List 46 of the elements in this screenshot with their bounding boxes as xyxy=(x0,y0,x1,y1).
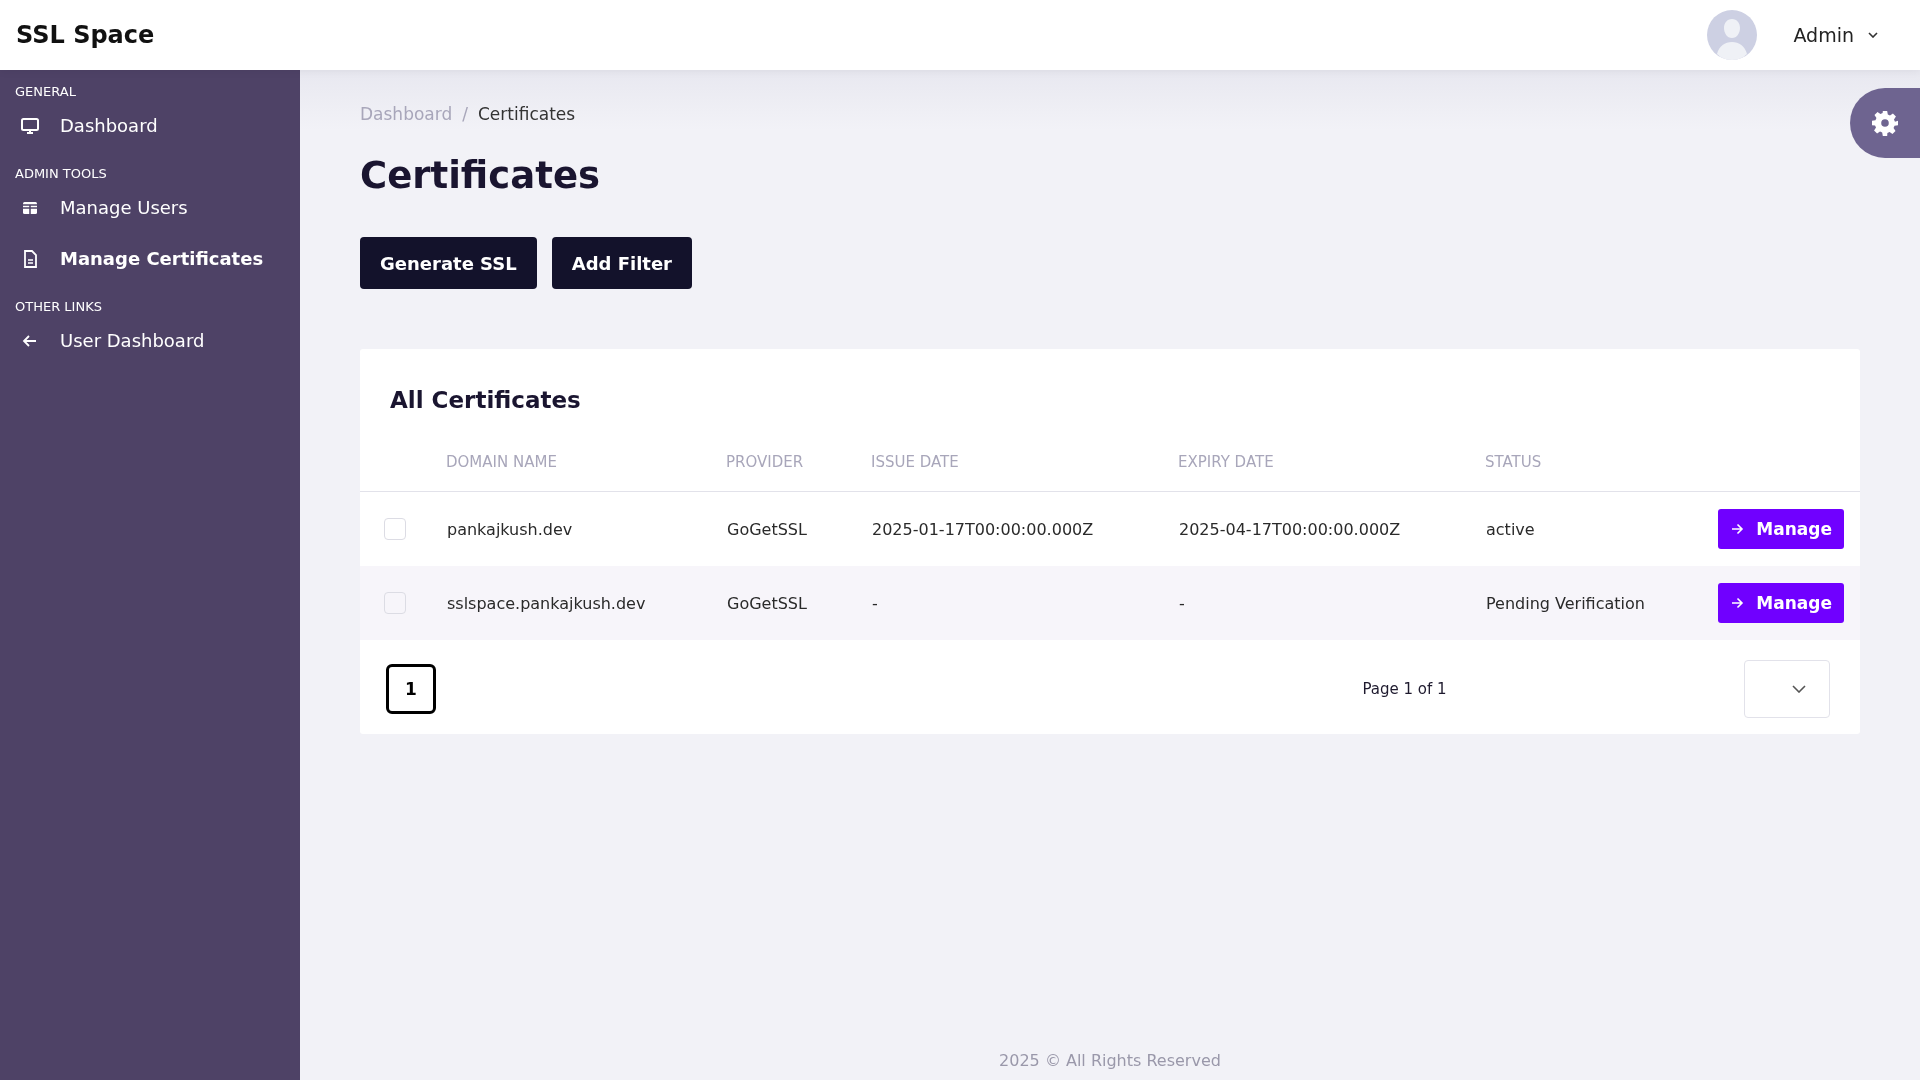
page-button[interactable]: 1 xyxy=(386,664,436,714)
column-header: PROVIDER xyxy=(726,453,871,492)
sidebar-item[interactable]: Manage Certificates xyxy=(0,248,300,269)
table-cell: 2025-01-17T00:00:00.000Z xyxy=(872,519,1094,539)
column-header: STATUS xyxy=(1485,453,1684,492)
column-header: DOMAIN NAME xyxy=(446,453,726,492)
table-cell: GoGetSSL xyxy=(727,519,807,539)
table-cell: 2025-04-17T00:00:00.000Z xyxy=(1179,519,1401,539)
column-header: EXPIRY DATE xyxy=(1178,453,1485,492)
monitor-icon xyxy=(20,115,40,136)
avatar-icon[interactable] xyxy=(1707,10,1758,60)
arrow-right-icon xyxy=(1730,522,1745,536)
chevron-down-icon xyxy=(1792,685,1806,693)
page-title: Certificates xyxy=(360,154,601,197)
column-header: ISSUE DATE xyxy=(871,453,1178,492)
page-size-select[interactable] xyxy=(1744,660,1830,718)
table-cell: - xyxy=(872,593,878,613)
arrow-right-icon xyxy=(1730,596,1745,610)
sidebar-item[interactable]: User Dashboard xyxy=(0,330,300,351)
table-cell: - xyxy=(1179,593,1185,613)
sidebar-item[interactable]: Dashboard xyxy=(0,115,300,136)
row-checkbox[interactable] xyxy=(384,592,406,614)
settings-button[interactable] xyxy=(1850,88,1920,158)
section-heading: OTHER LINKS xyxy=(14,299,103,314)
table-cell: Pending Verification xyxy=(1486,593,1645,613)
manage-button[interactable]: Manage xyxy=(1718,583,1844,623)
chevron-down-icon xyxy=(1868,32,1878,38)
row-checkbox[interactable] xyxy=(384,518,406,540)
app-title: SSL Space xyxy=(16,21,155,49)
section-heading: GENERAL xyxy=(14,84,77,99)
sidebar-item[interactable]: Manage Users xyxy=(0,197,300,218)
manage-button[interactable]: Manage xyxy=(1718,509,1844,549)
section-heading: ADMIN TOOLS xyxy=(14,166,108,181)
page-summary: Page 1 of 1 xyxy=(1361,680,1448,698)
card-title: All Certificates xyxy=(389,386,582,415)
action-button[interactable]: Generate SSL xyxy=(360,237,537,289)
user-menu[interactable]: Admin xyxy=(1787,23,1884,47)
breadcrumb-current: Certificates xyxy=(477,104,576,124)
settings-icon xyxy=(1872,110,1898,136)
table-cell: sslspace.pankajkush.dev xyxy=(447,593,646,613)
table-cell: active xyxy=(1486,519,1535,539)
action-button[interactable]: Add Filter xyxy=(551,237,692,289)
table-cell: GoGetSSL xyxy=(727,593,807,613)
table-cell: pankajkush.dev xyxy=(447,519,573,539)
breadcrumb-separator: / xyxy=(462,104,468,124)
footer-text: 2025 © All Rights Reserved xyxy=(998,1051,1222,1070)
